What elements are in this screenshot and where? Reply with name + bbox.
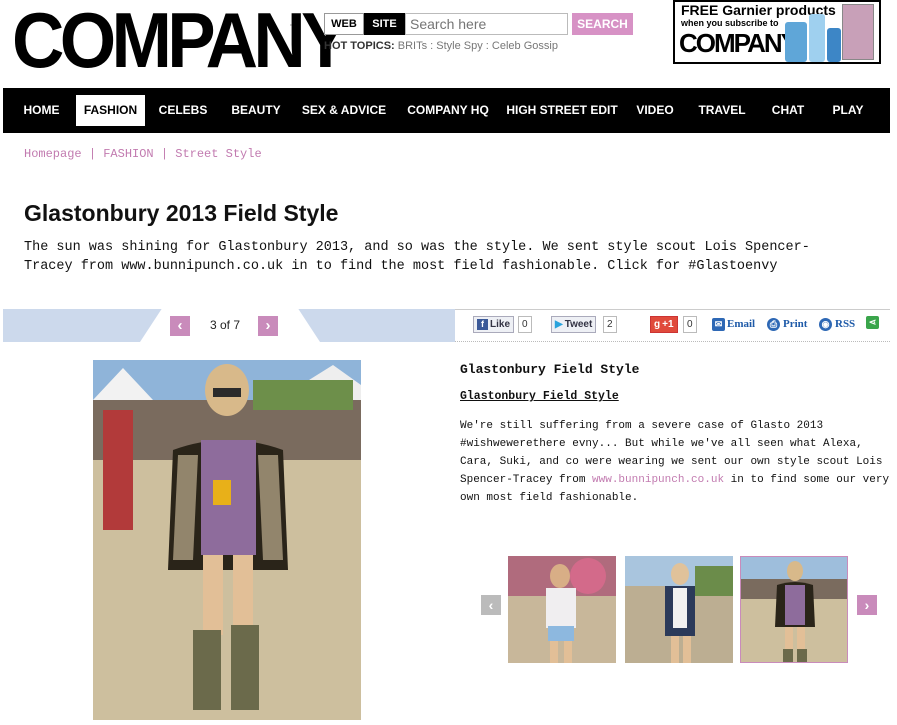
nav-item-fashion[interactable]: FASHION [76, 95, 145, 126]
nav-item-travel[interactable]: TRAVEL [691, 88, 753, 133]
twitter-icon: ▶ [555, 319, 563, 330]
hot-topics-label: HOT TOPICS: [324, 40, 395, 52]
facebook-like-button[interactable]: f Like [473, 316, 515, 333]
caption-body-link[interactable]: www.bunnipunch.co.uk [592, 474, 724, 486]
nav-item-high-street-edit[interactable]: HIGH STREET EDIT [506, 88, 618, 133]
breadcrumb-separator: | [160, 147, 169, 161]
thumbnail-3-active[interactable] [740, 556, 848, 663]
breadcrumb-fashion[interactable]: FASHION [103, 147, 153, 161]
thumbnail-image [741, 557, 847, 662]
main-photo-image [93, 360, 361, 720]
email-icon: ✉ [712, 318, 725, 331]
breadcrumb-separator: | [88, 147, 97, 161]
rss-link[interactable]: RSS [835, 318, 855, 330]
nav-item-chat[interactable]: CHAT [763, 88, 813, 133]
logo-magazine-label: magazine [289, 14, 299, 54]
search-tab-web[interactable]: WEB [324, 13, 364, 35]
google-plus-count: 0 [683, 316, 697, 333]
print-icon: ⎙ [767, 318, 780, 331]
nav-item-home[interactable]: HOME [13, 88, 70, 133]
share-icon[interactable]: ⋖ [866, 316, 879, 329]
facebook-like-label: Like [490, 319, 511, 330]
nav-item-celebs[interactable]: CELEBS [153, 88, 213, 133]
caption-subtitle[interactable]: Glastonbury Field Style [460, 390, 619, 403]
ad-logo: COMPANY [679, 28, 798, 58]
search-button[interactable]: SEARCH [572, 13, 633, 35]
rss-icon: ◉ [819, 318, 832, 331]
nav-item-beauty[interactable]: BEAUTY [225, 88, 287, 133]
ad-subline: when you subscribe to [681, 18, 779, 28]
search-tab-site[interactable]: SITE [364, 13, 405, 35]
thumbnail-next-button[interactable]: › [857, 595, 877, 615]
search-input[interactable] [405, 13, 568, 35]
thumbnail-image [625, 556, 733, 663]
nav-item-sex-advice[interactable]: SEX & ADVICE [299, 88, 389, 133]
hot-topics: HOT TOPICS: BRITs : Style Spy : Celeb Go… [324, 40, 558, 52]
facebook-like-count: 0 [518, 316, 532, 333]
tweet-label: Tweet [564, 319, 593, 330]
gallery-counter: 3 of 7 [210, 318, 241, 332]
nav-item-play[interactable]: PLAY [823, 88, 873, 133]
gallery-next-button[interactable]: › [258, 316, 278, 336]
company-logo[interactable]: COMPANY [12, 1, 350, 79]
google-plus-icon: g [654, 319, 661, 330]
breadcrumb: Homepage | FASHION | Street Style [24, 147, 262, 161]
thumbnail-2[interactable] [625, 556, 733, 663]
hot-topic-separator: : [427, 40, 437, 52]
facebook-icon: f [477, 319, 488, 330]
caption-body: We're still suffering from a severe case… [460, 417, 890, 507]
thumbnail-image [508, 556, 616, 663]
google-plus-button[interactable]: g +1 [650, 316, 678, 333]
breadcrumb-homepage[interactable]: Homepage [24, 147, 82, 161]
article-intro: The sun was shining for Glastonbury 2013… [24, 240, 810, 274]
hot-topic-separator: : [482, 40, 492, 52]
nav-item-video[interactable]: VIDEO [628, 88, 682, 133]
caption-title: Glastonbury Field Style [460, 362, 640, 377]
thumbnail-1[interactable] [508, 556, 616, 663]
breadcrumb-street-style[interactable]: Street Style [175, 147, 261, 161]
main-nav: HOME FASHION CELEBS BEAUTY SEX & ADVICE … [3, 88, 890, 133]
tweet-count: 2 [603, 316, 617, 333]
page-title: Glastonbury 2013 Field Style [24, 200, 339, 226]
nav-item-company-hq[interactable]: COMPANY HQ [401, 88, 495, 133]
ad-product-image [809, 14, 825, 62]
google-plus-label: +1 [662, 319, 674, 330]
gallery-main-photo[interactable] [93, 360, 361, 720]
tweet-button[interactable]: ▶ Tweet [551, 316, 597, 333]
subscription-ad[interactable]: FREE Garnier products when you subscribe… [673, 0, 881, 64]
thumbnail-prev-button[interactable]: ‹ [481, 595, 501, 615]
hot-topic-celeb-gossip[interactable]: Celeb Gossip [492, 40, 558, 52]
print-link[interactable]: Print [783, 318, 807, 330]
ad-magazine-cover [842, 4, 874, 60]
ad-product-image [827, 28, 841, 62]
hot-topic-brits[interactable]: BRITs [398, 40, 427, 52]
email-link[interactable]: Email [727, 318, 755, 330]
hot-topic-style-spy[interactable]: Style Spy [436, 40, 482, 52]
gallery-prev-button[interactable]: ‹ [170, 316, 190, 336]
ad-product-image [785, 22, 807, 62]
